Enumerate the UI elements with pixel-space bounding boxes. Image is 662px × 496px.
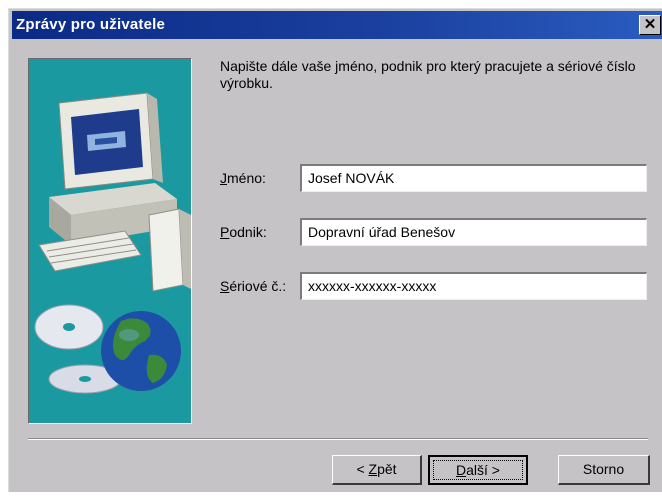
name-label-rest: méno: (227, 170, 266, 186)
company-field[interactable]: Dopravní úřad Benešov (300, 218, 647, 246)
company-label: Podnik: (220, 224, 267, 240)
focus-rect (433, 460, 523, 480)
serial-field[interactable]: xxxxxx-xxxxxx-xxxxx (300, 272, 647, 300)
back-button[interactable]: < Zpět (332, 455, 422, 485)
close-icon: ✕ (643, 16, 657, 33)
serial-label-accel: S (220, 278, 230, 294)
close-button[interactable]: ✕ (639, 15, 661, 35)
serial-label-rest: ériové č.: (229, 278, 287, 294)
serial-label: Sériové č.: (220, 278, 286, 294)
company-label-accel: P (220, 224, 230, 240)
name-field[interactable]: Josef NOVÁK (300, 164, 647, 192)
instruction-text: Napište dále vaše jméno, podnik pro kter… (220, 58, 636, 91)
back-button-rest: pět (377, 461, 397, 477)
wizard-illustration (28, 58, 192, 424)
name-label: Jméno: (220, 170, 266, 186)
button-separator (28, 438, 648, 440)
computer-illustration (34, 92, 191, 394)
back-button-accel: Z (368, 461, 378, 477)
title-bar[interactable]: Zprávy pro uživatele ✕ (12, 11, 662, 39)
computer-icon (38, 92, 191, 292)
globe-icon (101, 311, 181, 391)
window-title: Zprávy pro uživatele (16, 16, 166, 33)
company-label-rest: odnik: (229, 224, 267, 240)
cancel-button[interactable]: Storno (558, 455, 650, 485)
back-button-prefix: < (356, 461, 369, 477)
next-button[interactable]: Další > (428, 455, 528, 485)
name-label-accel: J (220, 170, 227, 186)
